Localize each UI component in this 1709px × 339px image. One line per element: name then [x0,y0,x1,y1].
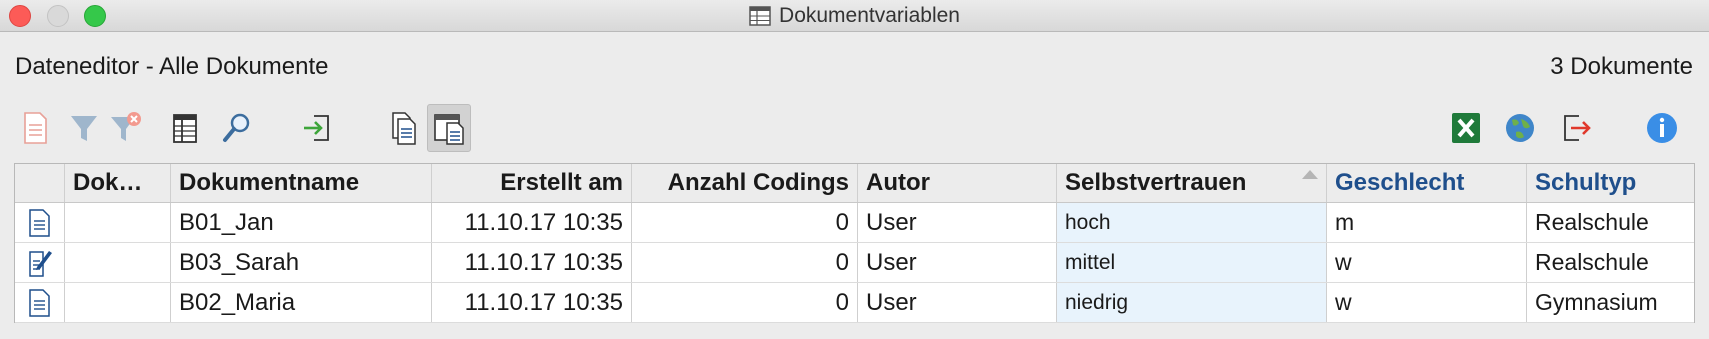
info-icon [1647,113,1677,143]
cell-autor: User [858,283,1057,322]
export-button[interactable] [1554,104,1598,152]
info-button[interactable] [1640,104,1684,152]
columns-button[interactable] [163,104,207,152]
cell-autor: User [858,243,1057,282]
column-header-geschlecht[interactable]: Geschlecht [1327,164,1527,202]
table-row[interactable]: B03_Sarah 11.10.17 10:35 0 User mittel w… [15,243,1694,283]
cell-dokumentname: B01_Jan [171,203,432,242]
document-memo-icon[interactable] [15,243,65,282]
cell-selbstvertrauen[interactable]: mittel [1057,243,1327,282]
search-button[interactable] [215,104,259,152]
search-icon [223,113,250,142]
web-export-button[interactable] [1498,104,1542,152]
column-header-selbstvertrauen-label: Selbstvertrauen [1065,169,1247,196]
document-icon[interactable] [15,283,65,322]
table-row[interactable]: B02_Maria 11.10.17 10:35 0 User niedrig … [15,283,1694,323]
cell-schultyp[interactable]: Gymnasium [1527,283,1694,322]
cell-anzahl-codings: 0 [632,243,858,282]
cell-schultyp[interactable]: Realschule [1527,243,1694,282]
document-list-button[interactable] [381,104,425,152]
cell-dok [65,283,171,322]
table-row[interactable]: B01_Jan 11.10.17 10:35 0 User hoch m Rea… [15,203,1694,243]
document-variables-table[interactable]: Dok… Dokumentname Erstellt am Anzahl Cod… [14,163,1695,323]
cell-dok [65,243,171,282]
excel-export-icon [1452,113,1480,143]
cell-dok [65,203,171,242]
cell-schultyp[interactable]: Realschule [1527,203,1694,242]
column-header-dokumentname[interactable]: Dokumentname [171,164,432,202]
title-bar: Dokumentvariablen [0,0,1709,32]
import-button[interactable] [295,104,339,152]
columns-icon [173,114,197,143]
column-header-dok[interactable]: Dok… [65,164,171,202]
cell-selbstvertrauen[interactable]: hoch [1057,203,1327,242]
window-title-text: Dokumentvariablen [779,4,960,27]
table-header: Dok… Dokumentname Erstellt am Anzahl Cod… [15,164,1694,203]
cell-erstellt-am: 11.10.17 10:35 [432,243,632,282]
cell-anzahl-codings: 0 [632,283,858,322]
import-icon [304,115,329,141]
document-count: 3 Dokumente [1550,53,1693,80]
clear-filter-button[interactable] [103,104,147,152]
cell-erstellt-am: 11.10.17 10:35 [432,203,632,242]
document-list-icon [392,112,416,145]
document-view-icon [434,114,464,145]
globe-icon [1506,114,1534,142]
clear-filter-icon [111,112,141,141]
window-title: Dokumentvariablen [0,0,1709,32]
new-document-button[interactable] [13,104,57,152]
new-document-icon [24,112,47,144]
cell-anzahl-codings: 0 [632,203,858,242]
filter-icon [71,116,97,141]
column-header-anzahl-codings[interactable]: Anzahl Codings [632,164,858,202]
column-header-autor[interactable]: Autor [858,164,1057,202]
cell-erstellt-am: 11.10.17 10:35 [432,283,632,322]
table-icon [749,6,771,26]
column-header-icon[interactable] [15,164,65,202]
cell-autor: User [858,203,1057,242]
column-header-schultyp[interactable]: Schultyp [1527,164,1694,202]
filter-button[interactable] [62,104,106,152]
editor-title: Dateneditor - Alle Dokumente [15,53,329,80]
cell-geschlecht[interactable]: w [1327,243,1527,282]
document-icon[interactable] [15,203,65,242]
sort-ascending-icon [1302,170,1318,179]
cell-dokumentname: B03_Sarah [171,243,432,282]
cell-selbstvertrauen[interactable]: niedrig [1057,283,1327,322]
document-view-button[interactable] [427,104,471,152]
export-icon [1564,115,1591,141]
cell-geschlecht[interactable]: m [1327,203,1527,242]
excel-export-button[interactable] [1444,104,1488,152]
cell-dokumentname: B02_Maria [171,283,432,322]
cell-geschlecht[interactable]: w [1327,283,1527,322]
column-header-selbstvertrauen[interactable]: Selbstvertrauen [1057,164,1327,202]
column-header-erstellt-am[interactable]: Erstellt am [432,164,632,202]
